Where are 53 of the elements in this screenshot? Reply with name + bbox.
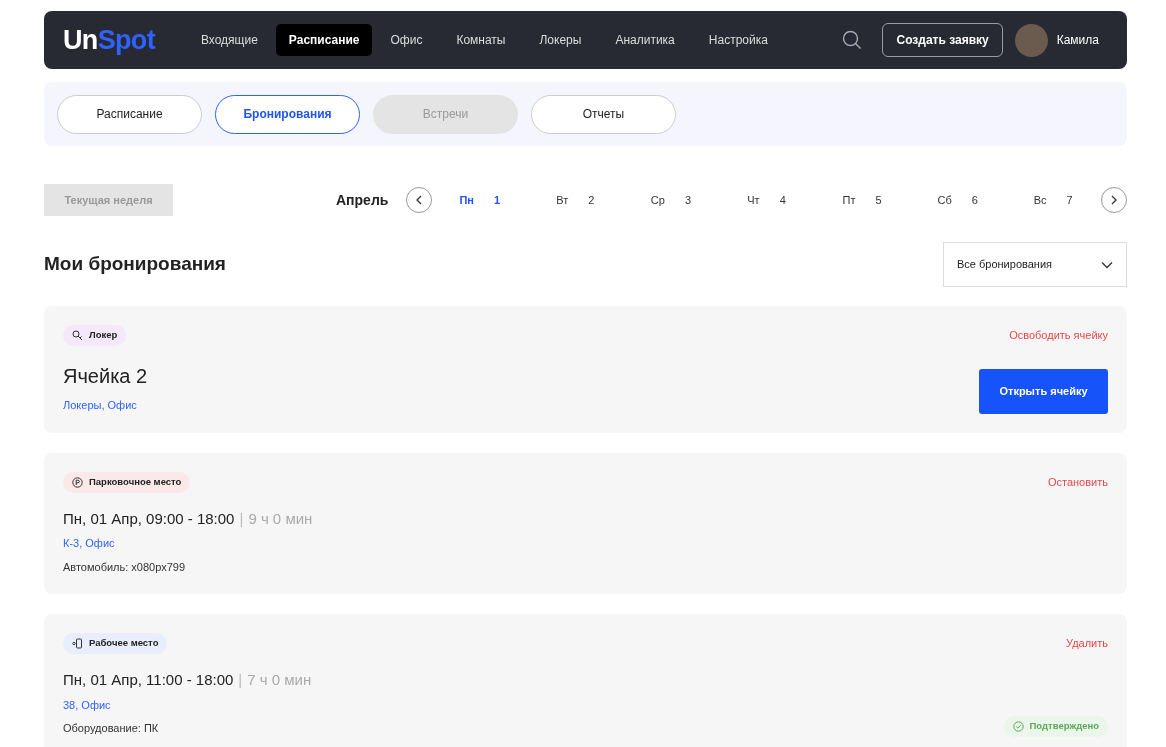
logo-text: Un [63, 26, 98, 54]
action-link[interactable]: Освободить ячейку [1009, 325, 1108, 344]
day-tab[interactable]: Вс 7 [1005, 191, 1102, 209]
nav-tab[interactable]: Локеры [523, 24, 598, 56]
day-tab[interactable]: Сб 6 [909, 191, 1006, 209]
separator-text: | [239, 508, 244, 529]
key-icon [72, 330, 83, 341]
check-icon [1012, 720, 1024, 732]
create-request-button[interactable]: Создать заявку [882, 23, 1003, 57]
open-cell-button[interactable]: Открыть ячейку [979, 368, 1108, 414]
nav-tab[interactable]: Аналитика [599, 24, 691, 56]
nav-tab[interactable]: Офис [374, 24, 439, 56]
subtab[interactable]: Расписание [57, 94, 202, 134]
location-link[interactable]: 38, Офис [63, 696, 111, 713]
day-tab[interactable]: Вт 2 [527, 191, 624, 209]
status-badge: Подтверждено [1003, 715, 1108, 737]
section-heading: Мои бронирования [44, 252, 226, 277]
action-link[interactable]: Удалить [1066, 633, 1108, 652]
filter-dropdown[interactable]: Все бронирования [943, 242, 1127, 287]
subtab[interactable]: Бронирования [215, 94, 360, 134]
category-tag: Рабочее место [63, 633, 168, 654]
booking-time: Пн, 01 Апр, 11:00 - 18:00 [63, 670, 234, 690]
day-tab[interactable]: Чт 4 [718, 191, 815, 209]
nav-tab[interactable]: Входящие [184, 24, 274, 56]
chevron-left-icon [415, 195, 423, 205]
category-tag: Локер [63, 325, 127, 346]
booking-title: Ячейка 2 [63, 364, 148, 389]
booking-duration: 9 ч 0 мин [248, 508, 313, 529]
action-link[interactable]: Остановить [1047, 471, 1108, 490]
booking-detail: Оборудование: ПК [63, 721, 159, 736]
day-tab[interactable]: Пн 1 [432, 191, 528, 209]
subtab[interactable]: Отчеты [531, 94, 676, 134]
nav-tab[interactable]: Настройка [692, 24, 784, 56]
month-label: Апрель [336, 190, 390, 210]
chevron-down-icon [1101, 260, 1113, 269]
phone-icon [72, 638, 83, 649]
booking-time: Пн, 01 Апр, 09:00 - 18:00 [63, 508, 235, 529]
nav-tab[interactable]: Расписание [275, 24, 373, 56]
user-name[interactable]: Камила [1056, 31, 1099, 49]
search-icon[interactable] [842, 30, 863, 50]
day-tab[interactable]: Пт 5 [814, 191, 910, 209]
avatar[interactable] [1014, 23, 1048, 57]
nav-tab[interactable]: Комнаты [440, 24, 522, 56]
booking-detail: Автомобиль: х080рх799 [63, 559, 186, 575]
separator-text: | [238, 670, 243, 690]
location-link[interactable]: Локеры, Офис [63, 397, 137, 414]
category-tag: Парковочное место [63, 471, 191, 493]
booking-duration: 7 ч 0 мин [247, 670, 312, 690]
location-link[interactable]: К-3, Офис [63, 535, 115, 552]
parking-icon [72, 476, 83, 488]
logo-text: Spot [97, 26, 155, 54]
day-tab[interactable]: Ср 3 [623, 191, 719, 209]
chevron-right-icon [1110, 195, 1118, 205]
